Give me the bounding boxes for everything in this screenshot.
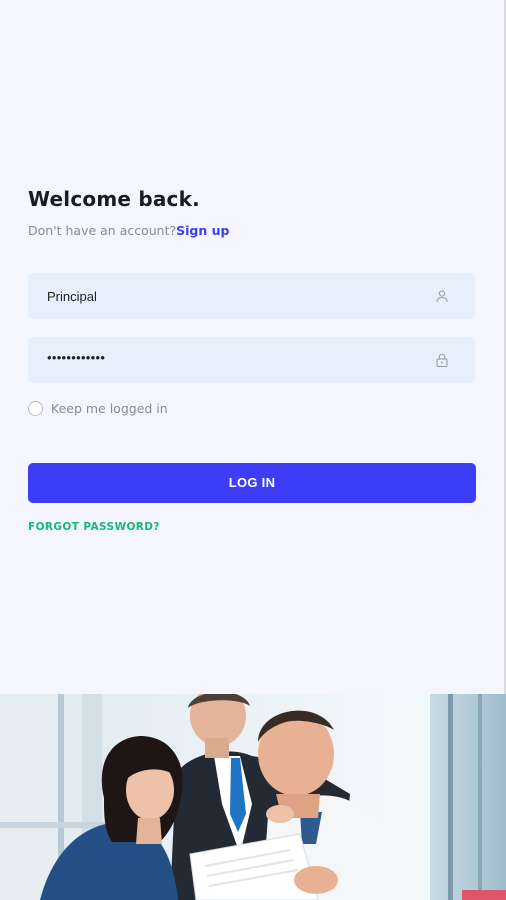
keep-logged-in-row: Keep me logged in <box>28 401 168 416</box>
business-team-illustration <box>0 694 506 900</box>
page-title: Welcome back. <box>28 187 200 211</box>
signup-link[interactable]: Sign up <box>176 223 229 238</box>
lock-icon <box>436 353 448 367</box>
no-account-text: Don't have an account? <box>28 223 177 238</box>
password-field[interactable]: •••••••••••• <box>28 337 475 383</box>
keep-logged-in-label: Keep me logged in <box>51 401 168 416</box>
forgot-password-link[interactable]: FORGOT PASSWORD? <box>28 521 160 533</box>
user-icon <box>436 290 448 303</box>
username-field[interactable]: Principal <box>28 273 475 319</box>
business-team-photo <box>0 694 506 900</box>
keep-logged-in-radio[interactable] <box>28 401 43 416</box>
login-button[interactable]: LOG IN <box>28 463 476 503</box>
username-value[interactable]: Principal <box>47 289 97 304</box>
password-value[interactable]: •••••••••••• <box>47 350 105 365</box>
signup-prompt: Don't have an account?Sign up <box>28 223 229 238</box>
